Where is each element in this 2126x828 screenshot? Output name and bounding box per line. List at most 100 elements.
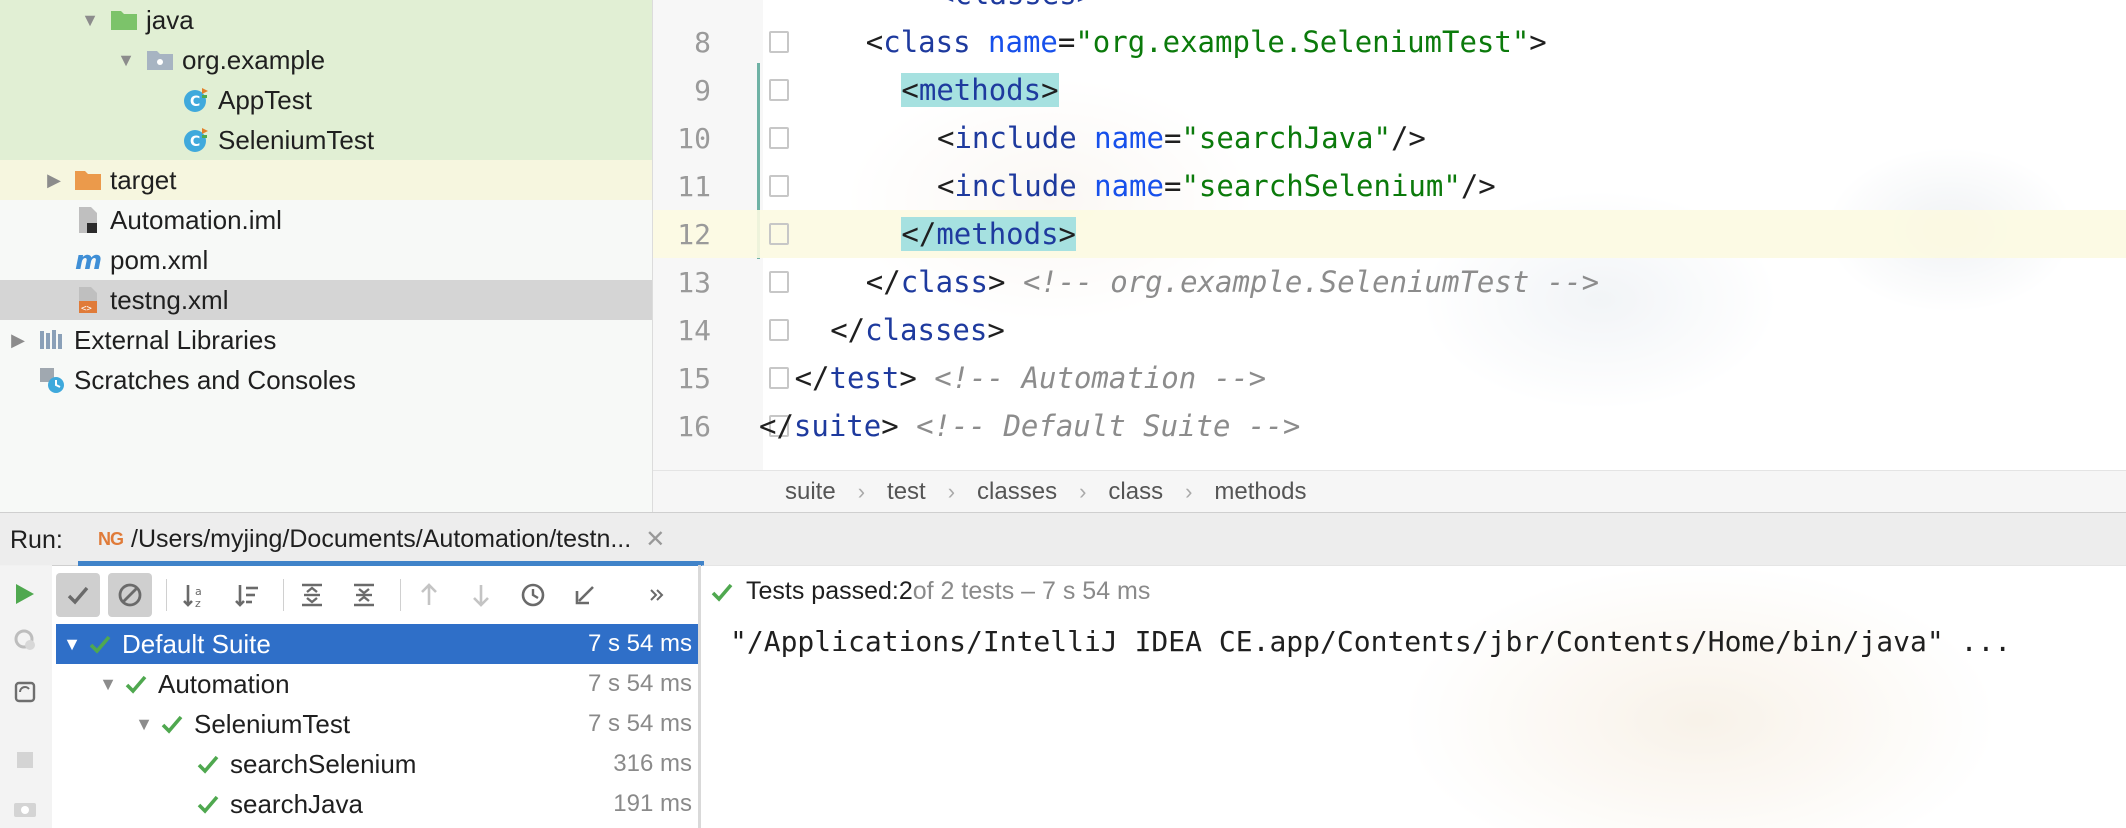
fold-marker-icon[interactable] [769,127,789,149]
test-duration: 316 ms [613,750,692,777]
fold-marker-icon[interactable] [769,175,789,197]
scratches-icon [36,366,68,394]
package-icon [144,46,176,74]
test-node-label: SeleniumTest [194,708,351,739]
code-token: </ [901,217,937,251]
code-token: classes [865,313,988,347]
breadcrumb-item[interactable]: suite [785,478,836,506]
close-icon[interactable]: ✕ [645,525,665,554]
fold-marker-icon[interactable] [769,367,789,389]
more-actions-button[interactable] [645,573,669,617]
test-history-button[interactable] [511,573,555,617]
stop-button[interactable] [10,745,40,775]
test-node[interactable]: ▼ SeleniumTest 7 s 54 ms [56,704,698,744]
fold-marker-icon[interactable] [769,223,789,245]
test-runner-toolbar: az [56,570,698,620]
screenshot-button[interactable] [10,793,40,823]
code-token: = [1057,25,1076,59]
svg-text:m: m [75,247,102,273]
fold-marker-icon[interactable] [769,271,789,293]
code-token: methods [918,73,1042,107]
test-node-label: searchSelenium [230,748,417,779]
fold-marker-icon[interactable] [769,319,789,341]
chevron-down-icon[interactable]: ▼ [134,714,154,735]
arrow-down-icon [473,585,489,607]
chevron-right-icon[interactable]: ▶ [8,330,28,350]
breadcrumb-item[interactable]: class [1108,478,1163,506]
project-tree-item[interactable]: ▼ java [0,0,652,40]
xml-editor[interactable]: <classes> 8<class name="org.example.Sele… [653,0,2126,470]
project-tree-item-label: Automation.iml [110,204,282,235]
checkmark-icon [197,795,219,814]
breadcrumb-item[interactable]: classes [977,478,1057,506]
code-line-partial: <classes> [653,0,2126,18]
libraries-icon [36,326,68,354]
code-line: 15 </test> <!-- Automation --> [653,354,2126,402]
line-number: 12 [677,217,711,251]
next-failed-button[interactable] [459,573,503,617]
toggle-auto-test-button[interactable] [10,677,40,707]
code-token: methods [936,217,1059,251]
sort-by-duration-button[interactable] [225,573,269,617]
code-token: > [881,409,899,443]
rerun-button[interactable] [10,579,40,609]
chevron-down-icon[interactable]: ▼ [116,50,136,70]
code-token: > [1058,217,1076,251]
chevron-down-icon[interactable]: ▼ [80,10,100,30]
test-node[interactable]: ▼ Automation 7 s 54 ms [56,664,698,704]
test-node[interactable]: searchSelenium 316 ms [56,744,698,784]
project-tree-item[interactable]: Automation.iml [0,200,652,240]
svg-text:C: C [190,94,200,110]
test-node[interactable]: searchJava 191 ms [56,784,698,824]
passed-count: 2 [898,577,913,605]
project-tree-item-label: pom.xml [110,244,209,275]
chevron-right-icon[interactable]: ▶ [44,170,64,190]
project-tree-item[interactable]: ▶ target [0,160,652,200]
project-tree-item-label: testng.xml [110,284,229,315]
project-tree-item[interactable]: C AppTest [0,80,652,120]
show-ignored-button[interactable] [108,573,152,617]
previous-failed-button[interactable] [407,573,451,617]
svg-text:C: C [190,134,200,150]
project-tree-item[interactable]: C SeleniumTest [0,120,652,160]
chevron-down-icon[interactable]: ▼ [62,634,82,655]
project-tree-item-label: Scratches and Consoles [74,364,356,395]
project-tree-item[interactable]: <> testng.xml [0,280,652,320]
sort-alphabetically-button[interactable]: az [173,573,217,617]
project-tree-item[interactable]: ▼ org.example [0,40,652,80]
code-line: 14 </classes> [653,306,2126,354]
chevron-down-icon[interactable]: ▼ [98,674,118,695]
code-text: </suite> <!-- Default Suite --> [759,409,1300,443]
breadcrumb-item[interactable]: methods [1214,478,1306,506]
toolbar-separator [400,579,401,611]
chevron-right-icon: › [1079,479,1087,504]
status-prefix: Tests passed: [746,577,899,605]
collapse-all-button[interactable] [342,573,386,617]
toolbar-separator [283,579,284,611]
expand-all-button[interactable] [290,573,334,617]
rerun-failed-button[interactable] [10,625,40,655]
project-tree-item-label: SeleniumTest [218,124,375,155]
code-text: </class> <!-- org.example.SeleniumTest -… [866,265,1599,299]
breadcrumb-item[interactable]: test [887,478,926,506]
test-node[interactable]: ▼ Default Suite 7 s 54 ms [56,624,698,664]
code-token: class [883,25,971,59]
import-tests-button[interactable] [563,573,607,617]
code-token: = [1163,121,1182,155]
run-tab-testng[interactable]: NG /Users/myjing/Documents/Automation/te… [78,513,704,566]
project-tree-item[interactable]: m pom.xml [0,240,652,280]
project-tree-item[interactable]: Scratches and Consoles [0,360,652,400]
code-token: include [954,169,1077,203]
panel-splitter[interactable] [698,565,701,828]
console-output[interactable]: Tests passed: 2 of 2 tests – 7 s 54 ms "… [702,565,2126,828]
clock-icon [521,583,545,607]
fold-marker-icon[interactable] [769,79,789,101]
project-tree-panel: ▼ java ▼ org.example C AppTest C SeleniumTest ▶ t… [0,0,653,512]
line-number: 13 [677,265,711,299]
code-token: < [901,73,919,107]
show-passed-button[interactable] [56,573,100,617]
fold-marker-icon[interactable] [769,31,789,53]
project-tree-item[interactable]: ▶ External Libraries [0,320,652,360]
